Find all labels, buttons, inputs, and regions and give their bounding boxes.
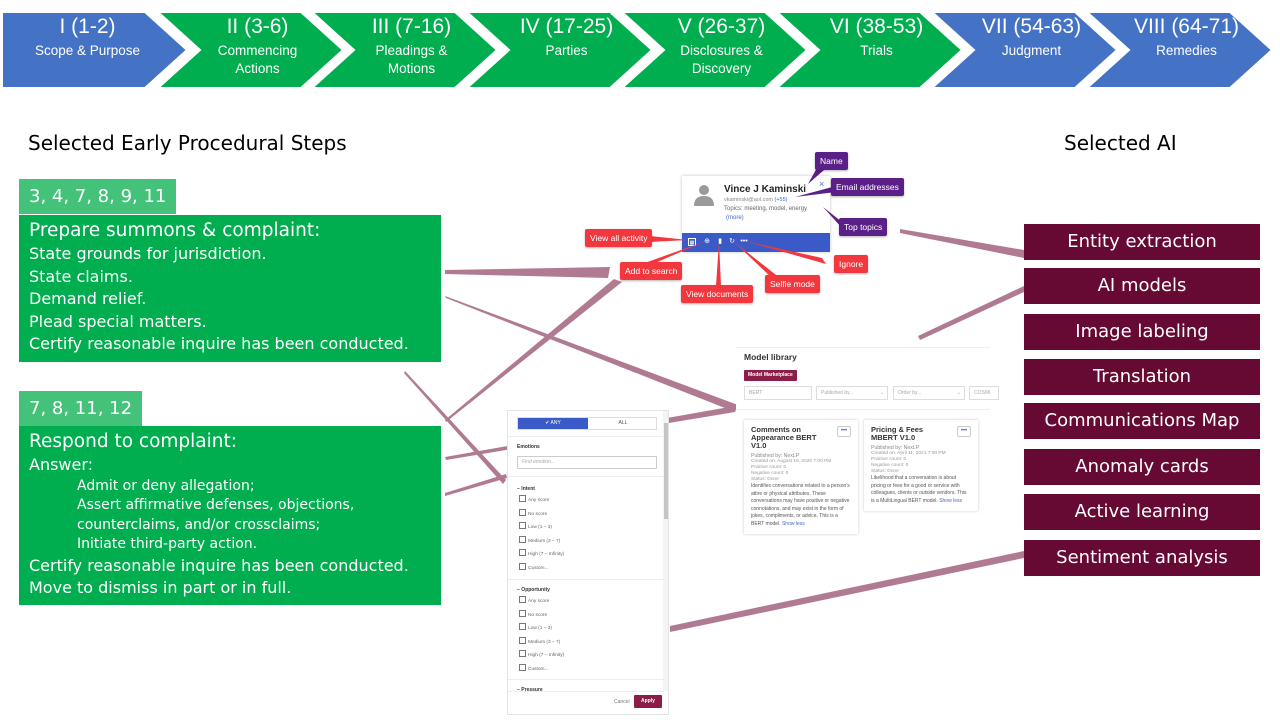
any-all-toggle: ✔ ANY ALL [517,417,657,430]
model-search-input[interactable]: BERT [744,386,812,400]
filter-checkbox-option[interactable]: No score [519,509,547,518]
model-card-title: Pricing & Fees MBERT V1.0 [871,425,924,442]
filter-checkbox-option[interactable]: Low (1 – 3) [519,522,552,531]
more-options-button[interactable]: ••• [957,426,971,437]
pointer-view-all-activity [650,236,688,242]
find-emotion-input[interactable]: Find emotion... [517,456,657,469]
callout-add-to-search: Add to search [620,262,683,280]
pointer-email [795,186,836,197]
filter-checkbox-option[interactable]: Custom... [519,563,549,572]
scrollbar-thumb[interactable] [664,423,668,519]
callout-ignore: Ignore [834,255,869,273]
divider [508,679,664,680]
callout-selfie-mode: Selfie mode [765,275,820,293]
model-library-title: Model library [744,352,797,362]
model-card[interactable]: Comments on Appearance BERT V1.0 ••• Publi… [744,420,858,534]
filter-checkbox-option[interactable]: Any score [519,495,549,504]
filter-checkbox-option[interactable]: No score [519,610,547,619]
divider [508,476,664,477]
callout-view-documents: View documents [681,285,754,303]
show-less-link[interactable]: Show less [782,521,805,527]
show-less-link[interactable]: Show less [939,498,962,504]
emotions-label: Emotions [517,444,540,450]
divider [736,409,990,410]
filter-checkbox-option[interactable]: Any score [519,596,549,605]
filter-checkbox-option[interactable]: Custom... [519,664,549,673]
filter-checkbox-option[interactable]: High (7 – Infinity) [519,549,564,558]
published-by-select[interactable]: Published by... ⌄ [816,386,888,400]
chevron-down-icon: ⌄ [879,390,884,396]
apply-button[interactable]: Apply [634,695,662,708]
model-card[interactable]: Pricing & Fees MBERT V1.0 ••• Published by… [864,420,978,511]
model-library-panel: Model library Model Marketplace BERT Pub… [736,347,999,534]
filter-section-header[interactable]: − Pressure [517,687,543,693]
filter-section-header[interactable]: − Opportunity [517,587,550,593]
more-options-button[interactable]: ••• [837,426,851,437]
callout-name: Name [815,152,848,170]
chevron-down-icon: ⌄ [956,390,961,396]
filter-panel: ✔ ANY ALL Emotions Find emotion... Cance… [507,410,669,715]
any-toggle-button[interactable]: ✔ ANY [518,418,588,429]
cancel-button[interactable]: Cancel [614,699,630,705]
filter-checkbox-option[interactable]: Medium (3 – 7) [519,637,560,646]
filter-checkbox-option[interactable]: High (7 – Infinity) [519,650,564,659]
pointer-view-documents [716,241,721,286]
all-toggle-button[interactable]: ALL [588,418,658,429]
filter-section-header[interactable]: − Intent [517,486,535,492]
callout-view-all-activity: View all activity [585,229,653,247]
model-description: Likelihood that a conversation is about … [871,475,967,504]
model-marketplace-button[interactable]: Model Marketplace [744,370,797,381]
order-by-select[interactable]: Order by... ⌄ [893,386,965,400]
divider [508,579,664,580]
callout-email-addresses: Email addresses [831,178,904,196]
model-card-title: Comments on Appearance BERT V1.0 [751,425,817,450]
extra-filter-select[interactable]: COSMI [969,386,999,400]
divider [508,436,664,437]
callout-top-topics: Top topics [839,218,888,236]
published-by-placeholder: Published by... [821,390,854,396]
order-by-placeholder: Order by... [898,390,922,396]
filter-checkbox-option[interactable]: Low (1 – 3) [519,623,552,632]
model-description: Identifies conversations related to a pe… [751,483,850,527]
filter-checkbox-option[interactable]: Medium (3 – 7) [519,536,560,545]
